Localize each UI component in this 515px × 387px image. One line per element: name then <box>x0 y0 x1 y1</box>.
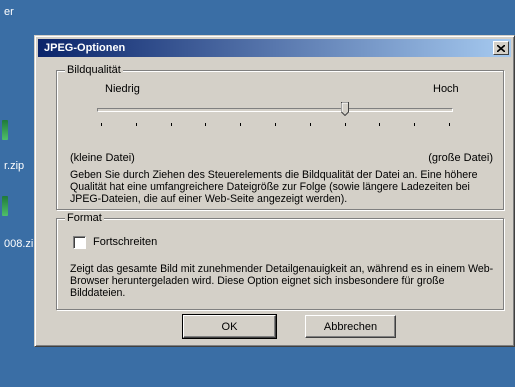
small-file-label: (kleine Datei) <box>70 152 135 164</box>
format-description: Zeigt das gesamte Bild mit zunehmender D… <box>70 263 494 299</box>
slider-tick <box>275 123 276 126</box>
slider-tick <box>449 123 450 126</box>
zip-file-icon[interactable] <box>2 196 8 216</box>
quality-low-label: Niedrig <box>105 83 140 95</box>
slider-tick <box>310 123 311 126</box>
slider-tick <box>136 123 137 126</box>
quality-description: Geben Sie durch Ziehen des Steuerelement… <box>70 169 478 205</box>
slider-tick <box>240 123 241 126</box>
close-button[interactable] <box>493 41 509 55</box>
slider-tick <box>379 123 380 126</box>
slider-thumb[interactable] <box>341 102 349 116</box>
format-legend: Format <box>65 212 104 225</box>
quality-high-label: Hoch <box>433 83 459 95</box>
quality-groupbox: Bildqualität Niedrig Hoch (kleine Datei)… <box>56 64 504 210</box>
slider-tick <box>101 123 102 126</box>
slider-tick <box>171 123 172 126</box>
cancel-button[interactable]: Abbrechen <box>305 315 396 338</box>
desktop-label-top: er <box>4 6 14 18</box>
slider-tick <box>414 123 415 126</box>
zip-file-icon[interactable] <box>2 120 8 140</box>
jpeg-options-dialog: JPEG-Optionen Bildqualität Niedrig Hoch … <box>34 35 515 347</box>
slider-tick <box>345 123 346 126</box>
quality-slider[interactable] <box>97 101 453 135</box>
dialog-title: JPEG-Optionen <box>44 42 126 54</box>
dialog-titlebar[interactable]: JPEG-Optionen <box>38 39 511 57</box>
slider-tick <box>205 123 206 126</box>
format-groupbox: Format Fortschreiten Zeigt das gesamte B… <box>56 212 504 310</box>
quality-legend: Bildqualität <box>65 64 123 77</box>
large-file-label: (große Datei) <box>428 152 493 164</box>
close-icon <box>497 44 505 52</box>
slider-track[interactable] <box>97 108 453 112</box>
desktop-icon-label[interactable]: r.zip <box>4 160 24 172</box>
ok-button[interactable]: OK <box>182 314 277 339</box>
progressive-label[interactable]: Fortschreiten <box>93 236 157 249</box>
progressive-checkbox[interactable] <box>73 236 86 249</box>
